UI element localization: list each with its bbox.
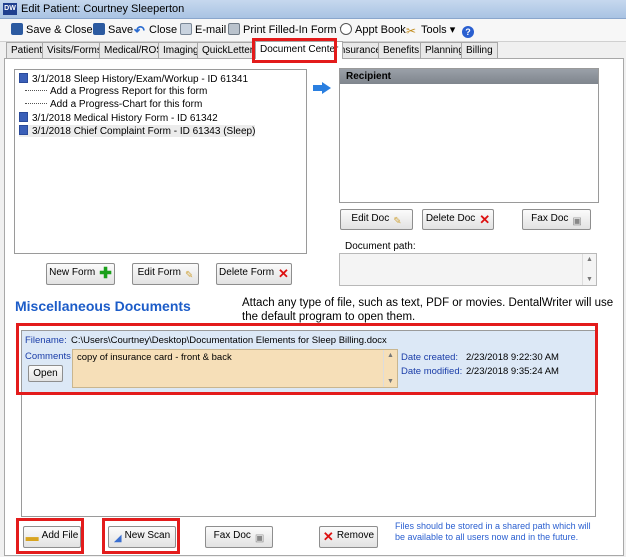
tree-item-form[interactable]: 3/1/2018 Medical History Form - ID 61342: [19, 112, 218, 124]
highlight-misc-document: [16, 323, 598, 395]
delete-doc-label: Delete Doc: [425, 213, 476, 224]
tools-label: Tools ▾: [421, 24, 456, 36]
document-path-field[interactable]: ▲ ▼: [339, 253, 597, 286]
tree-item-label: 3/1/2018 Chief Complaint Form - ID 61343…: [32, 126, 256, 137]
email-icon: [180, 23, 192, 35]
tools-icon: ✂: [406, 24, 417, 38]
highlight-document-center-tab: [252, 38, 337, 63]
edit-form-label: Edit Form: [137, 267, 181, 278]
new-form-button[interactable]: New Form ✚: [46, 263, 115, 285]
red-x-icon: ✕: [479, 212, 491, 227]
red-x-icon: ✕: [278, 266, 289, 281]
tree-item-add-progress-chart[interactable]: Add a Progress-Chart for this form: [19, 99, 202, 111]
save-button[interactable]: Save: [93, 22, 133, 38]
window-title: Edit Patient: Courtney Sleeperton: [21, 3, 185, 15]
save-close-label: Save & Close: [26, 24, 93, 36]
transfer-arrow-icon: [313, 82, 331, 94]
highlight-new-scan: [102, 518, 180, 554]
tree-connector: [25, 90, 47, 91]
tools-button[interactable]: ✂ Tools ▾: [406, 22, 455, 38]
document-icon: [19, 112, 28, 122]
tree-item-label: Add a Progress-Chart for this form: [50, 99, 203, 110]
tree-item-form[interactable]: 3/1/2018 Sleep History/Exam/Workup - ID …: [19, 73, 248, 85]
misc-documents-title: Miscellaneous Documents: [15, 298, 191, 314]
delete-doc-button[interactable]: Delete Doc ✕: [422, 209, 494, 230]
tab-billing[interactable]: Billing: [461, 42, 498, 58]
edit-form-button[interactable]: Edit Form ✎: [132, 263, 199, 285]
tab-benefits[interactable]: Benefits: [378, 42, 425, 58]
storage-note: Files should be stored in a shared path …: [395, 521, 591, 542]
tab-visits-forms[interactable]: Visits/Forms: [42, 42, 107, 58]
close-button[interactable]: ↶ Close: [134, 22, 177, 38]
path-scrollbar[interactable]: ▲ ▼: [582, 254, 596, 285]
edit-doc-label: Edit Doc: [351, 213, 390, 224]
print-label: Print Filled-In Form ▾: [243, 24, 346, 36]
delete-form-button[interactable]: Delete Form ✕: [216, 263, 292, 285]
app-logo: DW: [3, 3, 17, 15]
fax-doc-button[interactable]: Fax Doc ▣: [522, 209, 591, 230]
fax-doc-bottom-label: Fax Doc: [213, 530, 251, 541]
document-path-label: Document path:: [345, 241, 416, 252]
fax-icon: ▣: [254, 533, 265, 544]
pencil-icon: ✎: [393, 216, 402, 227]
red-x-icon: ✕: [322, 529, 334, 544]
remove-label: Remove: [336, 530, 375, 541]
save-label: Save: [108, 24, 134, 36]
fax-doc-label: Fax Doc: [531, 213, 569, 224]
delete-form-label: Delete Form: [219, 267, 275, 278]
highlight-add-file: [16, 518, 84, 554]
pencil-icon: ✎: [184, 270, 194, 281]
email-label: E-mail: [195, 24, 227, 36]
clock-icon: [340, 23, 352, 35]
save-close-icon: [11, 23, 23, 35]
print-filled-form-button[interactable]: Print Filled-In Form ▾: [228, 22, 345, 38]
printer-icon: [228, 23, 240, 35]
new-form-label: New Form: [49, 267, 96, 278]
misc-documents-description: Attach any type of file, such as text, P…: [242, 297, 614, 323]
appt-label: Appt Book: [355, 24, 406, 36]
remove-button[interactable]: ✕ Remove: [319, 526, 378, 548]
tree-connector: [25, 103, 47, 104]
save-icon: [93, 23, 105, 35]
help-icon: ?: [462, 26, 474, 38]
appt-book-button[interactable]: Appt Book: [340, 22, 406, 38]
tree-item-label: 3/1/2018 Sleep History/Exam/Workup - ID …: [32, 74, 249, 85]
document-icon: [19, 73, 28, 83]
recipient-list[interactable]: Recipient: [339, 68, 599, 203]
fax-icon: ▣: [572, 216, 582, 227]
help-button[interactable]: ?: [462, 22, 477, 38]
save-close-button[interactable]: Save & Close: [11, 22, 93, 38]
email-button[interactable]: E-mail: [180, 22, 226, 38]
title-bar: DW Edit Patient: Courtney Sleeperton: [0, 0, 626, 19]
document-icon: [19, 125, 28, 135]
tree-item-label: 3/1/2018 Medical History Form - ID 61342: [32, 113, 218, 124]
close-label: Close: [149, 24, 178, 36]
undo-arrow-icon: ↶: [134, 23, 145, 38]
tab-patient[interactable]: Patient: [6, 42, 48, 58]
green-plus-icon: ✚: [99, 265, 112, 282]
scroll-down-icon: ▼: [586, 276, 593, 283]
tree-item-add-progress-report[interactable]: Add a Progress Report for this form: [19, 86, 207, 98]
fax-doc-bottom-button[interactable]: Fax Doc ▣: [205, 526, 273, 548]
recipient-header: Recipient: [340, 69, 598, 84]
forms-tree[interactable]: 3/1/2018 Sleep History/Exam/Workup - ID …: [14, 69, 307, 254]
tree-item-form[interactable]: 3/1/2018 Chief Complaint Form - ID 61343…: [19, 125, 256, 137]
edit-doc-button[interactable]: Edit Doc ✎: [340, 209, 413, 230]
scroll-up-icon: ▲: [586, 256, 593, 263]
tree-item-label: Add a Progress Report for this form: [50, 86, 208, 97]
